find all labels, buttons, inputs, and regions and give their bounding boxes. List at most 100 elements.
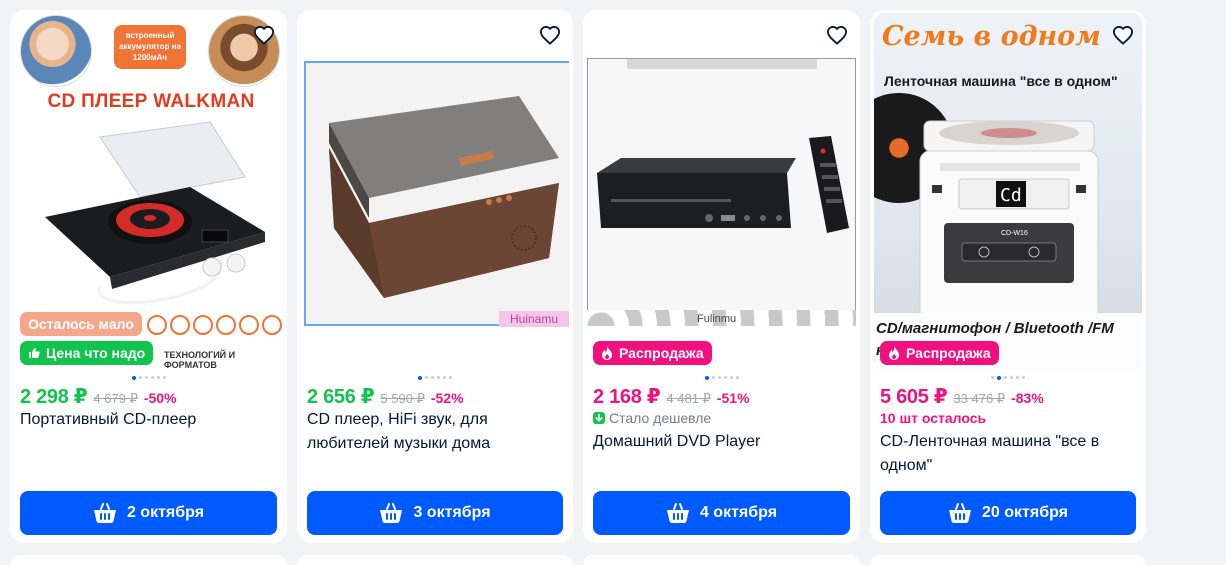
favorite-heart-icon[interactable] — [251, 22, 277, 48]
photo-circle-left — [20, 15, 92, 87]
cd-player-illustration — [45, 121, 265, 304]
product-card-next-row[interactable] — [297, 555, 573, 565]
pager-dot[interactable] — [418, 375, 422, 380]
image-watermark: Fulinmu — [697, 313, 737, 325]
product-card-next-row[interactable] — [10, 555, 287, 565]
pager-dot[interactable] — [717, 376, 721, 379]
pager-dot[interactable] — [729, 376, 733, 379]
badges: Осталось мало Цена что надо — [20, 312, 154, 365]
product-card-next-row[interactable] — [870, 555, 1146, 565]
flame-icon — [889, 346, 899, 360]
current-price: 2 298 ₽ — [20, 386, 88, 408]
favorite-heart-icon[interactable] — [824, 22, 850, 48]
svg-text:Cd: Cd — [1000, 185, 1022, 206]
badges: Распродажа — [593, 341, 712, 365]
pager-dot[interactable] — [144, 376, 148, 379]
product-card-next-row[interactable] — [583, 555, 860, 565]
product-title[interactable]: Домашний DVD Player — [593, 430, 850, 454]
discount: -51% — [716, 390, 750, 406]
product-card[interactable]: Huinamu 2 656 ₽ 5 590 ₽ -52% CD плеер, H… — [297, 10, 573, 543]
old-price: 4 481 ₽ — [666, 391, 711, 406]
basket-icon — [93, 503, 116, 523]
product-card[interactable]: Семь в одном Ленточная машина "все в одн… — [870, 10, 1146, 543]
image-headline: CD ПЛЕЕР WALKMAN — [47, 91, 255, 112]
pager-dot[interactable] — [711, 376, 715, 379]
battery-badge: встроенный аккумулятор на 1200мАч — [114, 25, 186, 69]
add-to-cart-button[interactable]: 4 октября — [593, 491, 850, 535]
device-label: CD-W16 — [1001, 230, 1028, 237]
image-subheadline: Ленточная машина "все в одном" — [884, 73, 1118, 89]
pager-dot[interactable] — [437, 376, 440, 379]
pager-dot[interactable] — [1022, 376, 1025, 379]
product-image[interactable]: Семь в одном Ленточная машина "все в одн… — [874, 13, 1142, 370]
pager-dot[interactable] — [156, 376, 160, 379]
image-pager-dots — [10, 375, 287, 380]
stock-left-note: 10 шт осталось — [880, 410, 987, 426]
delivery-date: 20 октября — [982, 504, 1068, 521]
current-price: 2 168 ₽ — [593, 386, 661, 408]
pager-dot[interactable] — [1004, 376, 1007, 379]
product-title[interactable]: Портативный CD-плеер — [20, 408, 277, 432]
price-row: 2 656 ₽ 5 590 ₽ -52% — [307, 384, 565, 409]
product-image[interactable]: Huinamu — [301, 13, 569, 370]
current-price: 5 605 ₽ — [880, 386, 948, 408]
pager-dot[interactable] — [449, 376, 452, 379]
pager-dot[interactable] — [131, 375, 136, 380]
old-price: 4 679 ₽ — [93, 391, 138, 406]
image-watermark: Huinamu — [499, 311, 569, 327]
flame-icon — [602, 346, 612, 360]
pager-dot[interactable] — [723, 376, 727, 379]
pager-dot[interactable] — [704, 375, 709, 380]
thumbs-up-icon — [29, 348, 40, 358]
turntable-illustration — [329, 96, 559, 298]
pager-dot[interactable] — [431, 376, 434, 379]
product-image[interactable]: Fulinmu — [587, 13, 856, 370]
pager-dot[interactable] — [443, 376, 446, 379]
discount: -52% — [430, 390, 464, 406]
pager-dot[interactable] — [1010, 376, 1013, 379]
current-price: 2 656 ₽ — [307, 386, 375, 408]
good-price-badge: Цена что надо — [20, 341, 154, 365]
pager-dot[interactable] — [162, 376, 166, 379]
image-pager-dots — [297, 375, 573, 380]
arrow-down-icon — [593, 412, 605, 424]
product-title[interactable]: CD-Ленточная машина "все в одном" — [880, 430, 1136, 478]
badges: Распродажа — [880, 341, 999, 365]
image-pager-dots — [870, 375, 1146, 380]
sale-badge: Распродажа — [880, 341, 999, 365]
discount: -83% — [1011, 390, 1044, 406]
favorite-heart-icon[interactable] — [1110, 22, 1136, 48]
product-card[interactable]: Fulinmu Распродажа 2 168 ₽ 4 481 ₽ -51% … — [583, 10, 860, 543]
pager-dot[interactable] — [150, 376, 154, 379]
add-to-cart-button[interactable]: 2 октября — [20, 491, 277, 535]
pager-dot[interactable] — [138, 376, 142, 379]
image-headline: Семь в одном — [882, 21, 1101, 52]
price-row: 2 298 ₽ 4 679 ₽ -50% — [20, 384, 279, 409]
product-card[interactable]: встроенный аккумулятор на 1200мАч CD ПЛЕ… — [10, 10, 287, 543]
favorite-heart-icon[interactable] — [537, 22, 563, 48]
basket-icon — [666, 503, 689, 523]
pager-dot[interactable] — [735, 376, 739, 379]
price-row: 2 168 ₽ 4 481 ₽ -51% — [593, 384, 852, 409]
add-to-cart-button[interactable]: 3 октября — [307, 491, 563, 535]
basket-icon — [949, 503, 971, 523]
image-pager-dots — [583, 375, 860, 380]
formats-caption: ТЕХНОЛОГИЙ И ФОРМАТОВ — [164, 350, 236, 370]
price-row: 5 605 ₽ 33 476 ₽ -83% — [880, 384, 1138, 409]
pager-dot[interactable] — [991, 376, 994, 379]
sale-badge: Распродажа — [593, 341, 712, 365]
old-price: 33 476 ₽ — [953, 391, 1006, 406]
product-title[interactable]: CD плеер, HiFi звук, для любителей музык… — [307, 408, 563, 456]
delivery-date: 4 октября — [699, 504, 778, 521]
delivery-date: 2 октября — [126, 504, 205, 521]
boombox-illustration: Cd — [919, 120, 1099, 322]
delivery-date: 3 октября — [413, 504, 491, 521]
add-to-cart-button[interactable]: 20 октября — [880, 491, 1136, 535]
dvd-player-illustration — [597, 136, 849, 233]
pager-dot[interactable] — [425, 376, 428, 379]
image-top-strip — [627, 59, 817, 69]
pager-dot[interactable] — [997, 375, 1001, 380]
pager-dot[interactable] — [1016, 376, 1019, 379]
price-drop-note: Стало дешевле — [593, 410, 852, 426]
old-price: 5 590 ₽ — [380, 391, 425, 406]
